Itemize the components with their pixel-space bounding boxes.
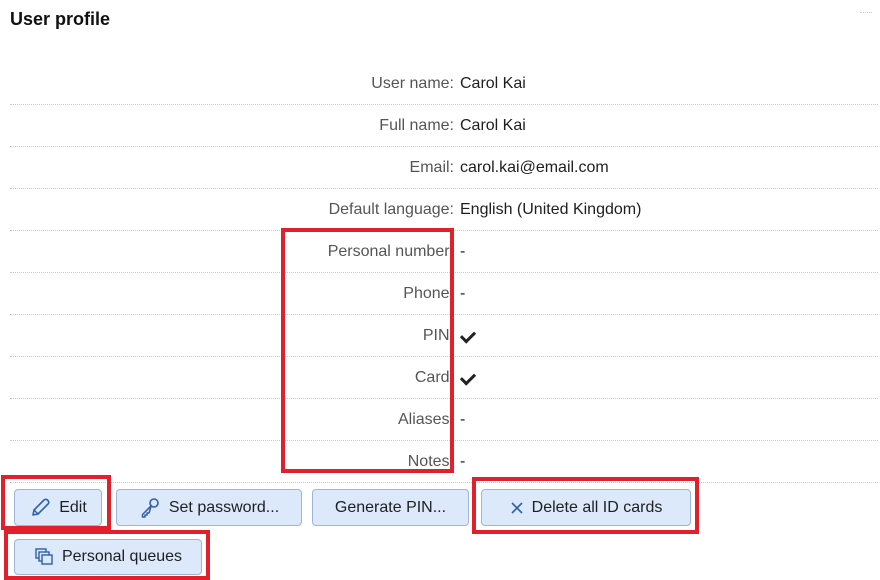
field-row-full-name: Full name: Carol Kai (10, 105, 878, 147)
field-value: - (460, 285, 466, 302)
field-value: - (460, 453, 466, 470)
personal-queues-button-label: Personal queues (61, 548, 183, 565)
pencil-icon (32, 498, 50, 516)
field-label: User name: (371, 75, 454, 92)
queues-icon (35, 548, 53, 565)
delete-all-id-cards-button-label: Delete all ID cards (531, 498, 663, 516)
field-value: carol.kai@email.com (460, 159, 609, 176)
generate-pin-button[interactable]: Generate PIN... (312, 489, 469, 526)
field-value: - (460, 243, 466, 260)
checkmark-icon (459, 369, 477, 386)
field-row-user-name: User name: Carol Kai (10, 63, 878, 105)
set-password-button[interactable]: Set password... (116, 489, 302, 526)
close-icon (511, 501, 523, 514)
generate-pin-button-label: Generate PIN... (334, 498, 447, 516)
field-row-default-language: Default language: English (United Kingdo… (10, 189, 878, 231)
field-value: - (460, 411, 466, 428)
set-password-button-label: Set password... (168, 498, 280, 516)
drag-handle[interactable] (860, 12, 872, 17)
field-label: Default language: (328, 201, 454, 218)
checkmark-icon (459, 327, 477, 344)
field-label: Email: (409, 159, 454, 176)
field-value-check (459, 327, 477, 345)
field-value: Carol Kai (460, 117, 526, 134)
field-value: Carol Kai (460, 75, 526, 92)
page-title: User profile (10, 9, 111, 29)
field-label: Full name: (379, 117, 454, 134)
delete-all-id-cards-button[interactable]: Delete all ID cards (481, 489, 691, 526)
highlight-box-fields (281, 228, 454, 473)
field-value: English (United Kingdom) (460, 201, 642, 218)
field-value-check (459, 369, 477, 387)
field-row-email: Email: carol.kai@email.com (10, 147, 878, 189)
key-icon (141, 497, 159, 518)
edit-button-label: Edit (59, 498, 87, 516)
edit-button[interactable]: Edit (14, 489, 102, 526)
personal-queues-button[interactable]: Personal queues (14, 539, 202, 575)
